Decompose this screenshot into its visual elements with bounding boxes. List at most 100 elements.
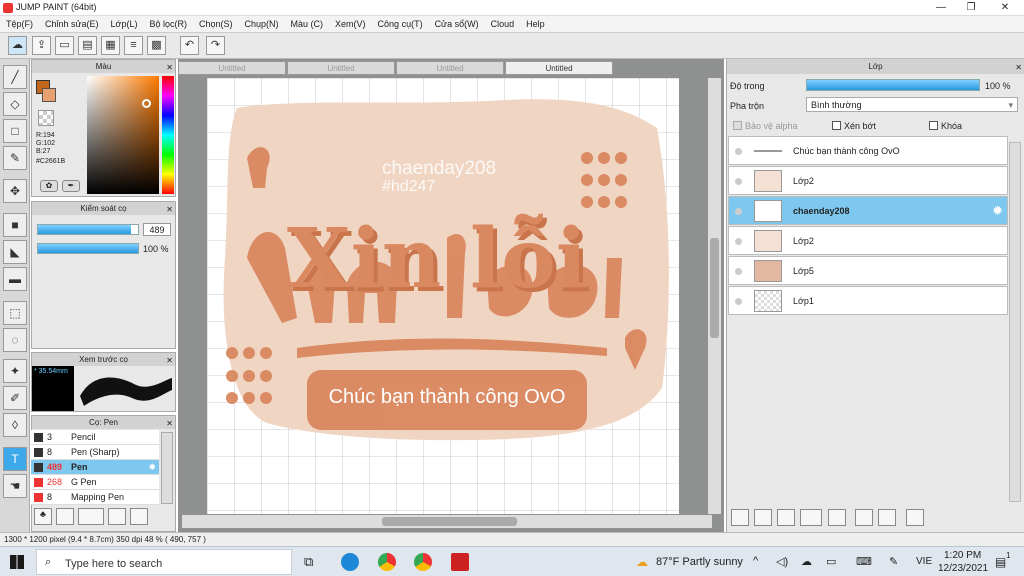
menu-color[interactable]: Màu (C) [285, 16, 330, 33]
menu-select[interactable]: Chọn(S) [193, 16, 239, 33]
brush-item[interactable]: 3 Pencil [31, 430, 159, 445]
canvas-v-scrollbar[interactable] [708, 78, 721, 514]
list-icon[interactable]: ≡ [124, 36, 143, 55]
chevron-up-icon[interactable]: ^ [753, 555, 758, 567]
brush-item-selected[interactable]: 489 Pen ✹ [31, 460, 159, 475]
close-icon[interactable]: ✕ [166, 61, 173, 74]
visibility-icon[interactable] [735, 178, 742, 185]
duplicate-layer-icon[interactable] [878, 509, 896, 526]
layer-row[interactable]: Lớp1 [728, 286, 1008, 315]
menu-snap[interactable]: Chụp(N) [239, 16, 285, 33]
chrome-icon[interactable] [378, 553, 396, 571]
close-icon[interactable]: ✕ [166, 203, 173, 216]
color-picker-square[interactable] [87, 76, 159, 194]
eraser-tool-icon[interactable]: ◇ [3, 92, 27, 116]
sub-color-swatch[interactable] [42, 88, 56, 102]
menu-layer[interactable]: Lớp(L) [105, 16, 144, 33]
jump-paint-taskbar-icon[interactable] [451, 553, 469, 571]
message-icon[interactable]: ▤ [78, 36, 97, 55]
close-icon[interactable]: ✕ [166, 417, 173, 430]
merge-layer-icon[interactable] [855, 509, 873, 526]
brush-list-scrollbar[interactable] [161, 432, 173, 504]
menu-window[interactable]: Cửa sổ(W) [429, 16, 485, 33]
visibility-icon[interactable] [735, 268, 742, 275]
layer-scrollbar[interactable] [1009, 142, 1021, 502]
layer-row[interactable]: Lớp2 [728, 226, 1008, 255]
magic-wand-icon[interactable]: ✦ [3, 359, 27, 383]
search-box[interactable]: ⌕ Type here to search [36, 549, 292, 575]
maximize-button[interactable]: ❐ [956, 0, 986, 16]
keyboard-icon[interactable]: ⌨ [856, 555, 872, 568]
pen-input-icon[interactable]: ✎ [889, 555, 898, 568]
menu-cloud[interactable]: Cloud [485, 16, 521, 33]
eyedropper-icon[interactable]: ✒ [62, 180, 80, 192]
brush-item[interactable]: 8 Mapping Pen [31, 490, 159, 505]
menu-help[interactable]: Help [520, 16, 551, 33]
palette-icon[interactable]: ✿ [40, 180, 58, 192]
gear-icon[interactable]: ✹ [992, 203, 1003, 219]
upload-icon[interactable]: ⇪ [32, 36, 51, 55]
layer-row[interactable]: Chúc bạn thành công OvO [728, 136, 1008, 165]
hue-slider[interactable] [162, 76, 174, 194]
canvas-h-scrollbar[interactable] [182, 515, 712, 528]
comment-icon[interactable]: ▭ [55, 36, 74, 55]
visibility-icon[interactable] [735, 208, 742, 215]
pen-tool-icon[interactable]: ✎ [3, 146, 27, 170]
document-icon[interactable]: ▦ [101, 36, 120, 55]
copy-layer-icon[interactable] [777, 509, 795, 526]
transparent-swatch[interactable] [38, 110, 54, 126]
grid-icon[interactable]: ▩ [147, 36, 166, 55]
hand-tool-icon[interactable]: ☚ [3, 474, 27, 498]
lasso-tool-icon[interactable]: ◌ [3, 328, 27, 352]
visibility-icon[interactable] [735, 148, 742, 155]
windows-start-icon[interactable] [10, 555, 24, 569]
brush-item[interactable]: 8 Pen (Sharp) [31, 445, 159, 460]
text-tool-icon[interactable]: T [3, 447, 27, 471]
network-icon[interactable]: ▭ [826, 555, 836, 568]
blend-mode-select[interactable]: Bình thường ▾ [806, 97, 1018, 112]
move-tool-icon[interactable]: ✥ [3, 179, 27, 203]
add-layer-dropdown-icon[interactable] [800, 509, 822, 526]
brush-tool-icon[interactable]: ╱ [3, 65, 27, 89]
chrome-icon[interactable] [414, 553, 432, 571]
visibility-icon[interactable] [735, 238, 742, 245]
rectangle-tool-icon[interactable]: □ [3, 119, 27, 143]
folder-icon[interactable] [130, 508, 148, 525]
layer-row[interactable]: Lớp5 [728, 256, 1008, 285]
protect-alpha-checkbox[interactable] [733, 121, 742, 130]
edge-icon[interactable] [341, 553, 359, 571]
canvas[interactable]: chaenday208 #hd247 Xin lỗi Chúc bạn thàn… [207, 78, 679, 514]
clock-time[interactable]: 1:20 PM [944, 550, 981, 561]
lock-checkbox[interactable] [929, 121, 938, 130]
doc-tab[interactable]: Untitled [287, 61, 395, 75]
notification-icon[interactable]: ▤ [995, 555, 1006, 569]
brush-item[interactable]: 268 G Pen [31, 475, 159, 490]
layer-row-selected[interactable]: chaenday208 ✹ [728, 196, 1008, 225]
brush-size-value[interactable]: 489 [143, 223, 171, 236]
new-layer-icon[interactable] [731, 509, 749, 526]
brush-opacity-slider[interactable] [37, 243, 139, 254]
language-indicator[interactable]: VIE [916, 556, 932, 567]
menu-view[interactable]: Xem(V) [329, 16, 372, 33]
select-rect-icon[interactable]: ⬚ [3, 301, 27, 325]
select-eraser-icon[interactable]: ◊ [3, 413, 27, 437]
menu-edit[interactable]: Chỉnh sửa(E) [39, 16, 105, 33]
visibility-icon[interactable] [735, 298, 742, 305]
menu-tools[interactable]: Công cụ(T) [372, 16, 429, 33]
layer-folder-icon[interactable] [828, 509, 846, 526]
brush-settings-icon[interactable]: ♣ [34, 508, 52, 525]
trash-icon[interactable] [906, 509, 924, 526]
brush-type-dropdown[interactable] [78, 508, 104, 525]
task-view-icon[interactable]: ⧉ [304, 554, 313, 570]
close-icon[interactable]: ✕ [1015, 60, 1022, 75]
select-pen-icon[interactable]: ✐ [3, 386, 27, 410]
undo-icon[interactable]: ↶ [180, 36, 199, 55]
bucket-tool-icon[interactable]: ◣ [3, 240, 27, 264]
weather-text[interactable]: 87°F Partly sunny [656, 556, 743, 568]
doc-tab[interactable]: Untitled [396, 61, 504, 75]
layer-opacity-slider[interactable] [806, 79, 980, 91]
gradient-tool-icon[interactable]: ▬ [3, 267, 27, 291]
close-button[interactable]: ✕ [990, 0, 1020, 16]
gear-icon[interactable]: ✹ [148, 460, 156, 475]
cloud-sync-icon[interactable]: ☁ [801, 555, 812, 568]
